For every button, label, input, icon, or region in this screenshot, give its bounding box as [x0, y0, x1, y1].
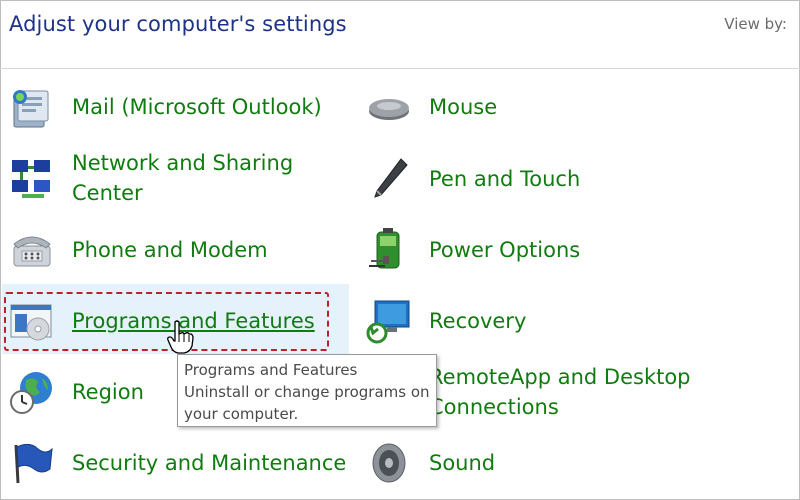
phone-icon: [13, 236, 51, 267]
item-label: RemoteApp and Desktop Connections: [429, 365, 691, 419]
item-label: Region: [72, 380, 144, 404]
mail-icon: [13, 90, 49, 128]
item-mail[interactable]: Mail (Microsoft Outlook): [8, 83, 348, 131]
tooltip: Programs and Features Uninstall or chang…: [177, 354, 437, 427]
view-by-label[interactable]: View by:: [724, 15, 787, 33]
item-recovery[interactable]: Recovery: [365, 297, 785, 345]
pen-icon: [374, 158, 408, 198]
item-label: Sound: [429, 451, 496, 475]
item-security-maintenance[interactable]: Security and Maintenance: [8, 439, 348, 487]
hand-cursor-icon: [167, 320, 194, 354]
item-mouse[interactable]: Mouse: [365, 83, 785, 131]
tooltip-title: Programs and Features: [184, 361, 358, 379]
page-title: Adjust your computer's settings: [9, 12, 347, 36]
globe-clock-icon: [10, 372, 52, 414]
speaker-icon: [372, 443, 406, 483]
monitor-restore-icon: [366, 300, 410, 344]
flag-icon: [14, 443, 53, 484]
item-pen-touch[interactable]: Pen and Touch: [365, 155, 785, 203]
item-power-options[interactable]: Power Options: [365, 226, 785, 274]
mouse-icon: [369, 99, 409, 120]
item-label: Recovery: [429, 309, 527, 333]
tooltip-line1: Uninstall or change programs on: [184, 383, 430, 401]
battery-icon: [369, 228, 400, 269]
item-label: Power Options: [429, 238, 581, 262]
item-sound[interactable]: Sound: [365, 439, 785, 487]
item-label: Phone and Modem: [72, 238, 268, 262]
item-label: Pen and Touch: [429, 167, 581, 191]
item-label: Mail (Microsoft Outlook): [72, 95, 322, 119]
item-label: Security and Maintenance: [72, 451, 347, 475]
item-label: Mouse: [429, 95, 498, 119]
header-divider: [0, 68, 800, 69]
item-network-sharing[interactable]: Network and Sharing Center: [8, 148, 348, 208]
tooltip-line2: your computer.: [184, 405, 299, 423]
item-phone-modem[interactable]: Phone and Modem: [8, 226, 348, 274]
network-icon: [12, 160, 50, 198]
item-label: Network and Sharing Center: [72, 151, 294, 205]
